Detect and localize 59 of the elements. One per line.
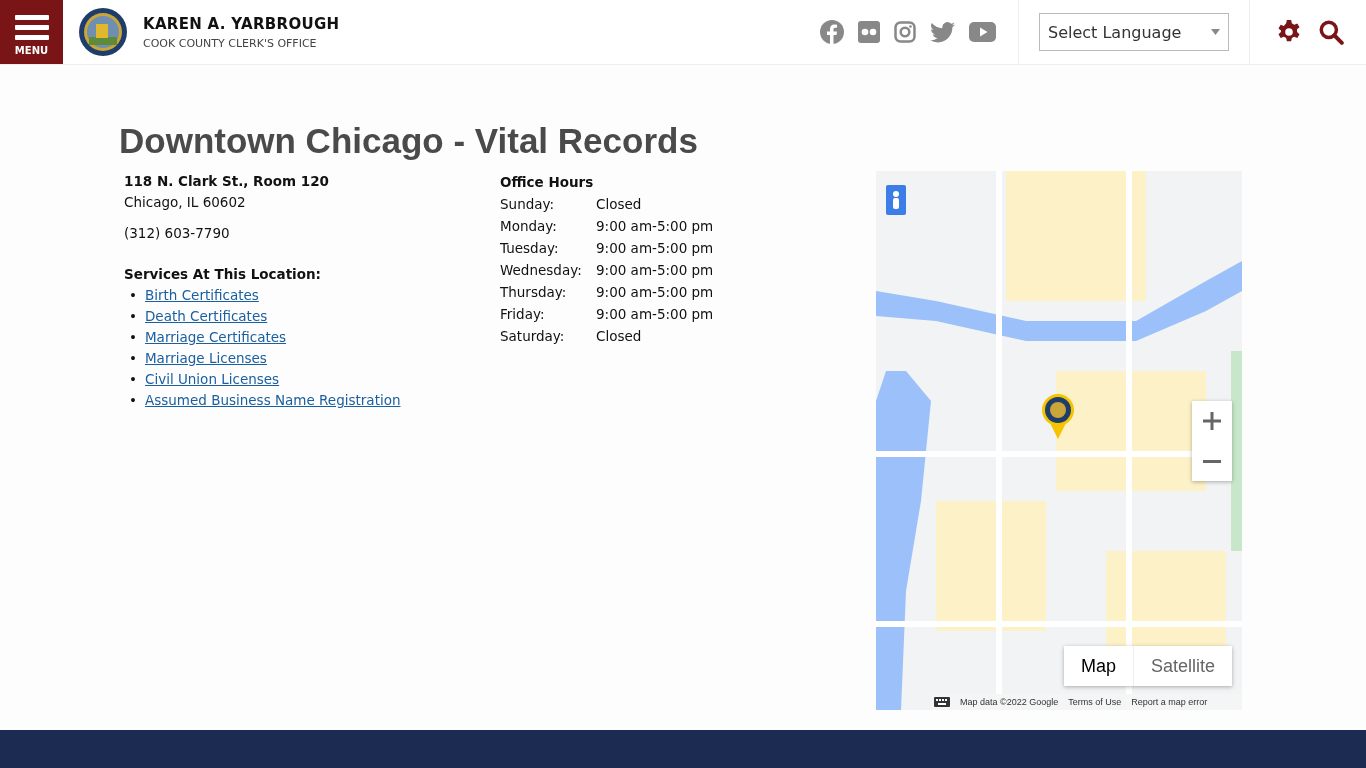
search-icon[interactable] bbox=[1318, 19, 1344, 45]
flickr-icon[interactable] bbox=[858, 21, 880, 43]
keyboard-icon[interactable] bbox=[934, 697, 950, 707]
video-play-icon[interactable] bbox=[969, 22, 996, 42]
location-pin-icon[interactable] bbox=[1041, 393, 1075, 439]
hours-value: Closed bbox=[596, 195, 643, 214]
bullet-mark: • bbox=[129, 286, 137, 305]
bullet-mark: • bbox=[129, 307, 137, 326]
hours-value: 9:00 am-5:00 pm bbox=[596, 305, 715, 324]
weekday-label: Saturday: bbox=[500, 327, 566, 346]
seal-logo[interactable] bbox=[78, 7, 128, 57]
weekday-label: Thursday: bbox=[500, 283, 568, 302]
language-select[interactable]: Select Language bbox=[1039, 13, 1229, 51]
office-holder-name[interactable]: KAREN A. YARBROUGH bbox=[143, 14, 340, 33]
bullet-mark: • bbox=[129, 370, 137, 389]
zoom-in-button[interactable] bbox=[1192, 401, 1232, 441]
hours-value: 9:00 am-5:00 pm bbox=[596, 283, 715, 302]
street-address: 118 N. Clark St., Room 120 bbox=[124, 172, 330, 191]
city-state-zip: Chicago, IL 60602 bbox=[124, 193, 247, 212]
service-link[interactable]: Birth Certificates bbox=[144, 285, 259, 306]
instagram-icon[interactable] bbox=[894, 21, 916, 43]
bird-icon[interactable] bbox=[930, 21, 955, 43]
minus-icon bbox=[1203, 459, 1221, 463]
office-subtitle[interactable]: COOK COUNTY CLERK'S OFFICE bbox=[143, 36, 340, 50]
weekday-label: Wednesday: bbox=[500, 261, 583, 280]
hours-value: 9:00 am-5:00 pm bbox=[596, 239, 715, 258]
menu-icon bbox=[14, 14, 49, 41]
service-link[interactable]: Assumed Business Name Registration bbox=[144, 390, 401, 411]
hours-value: 9:00 am-5:00 pm bbox=[596, 217, 715, 236]
service-link[interactable]: Marriage Licenses bbox=[144, 348, 267, 369]
dropdown-caret-icon bbox=[1211, 29, 1220, 35]
services-heading: Services At This Location: bbox=[124, 265, 322, 284]
street-view-button[interactable] bbox=[886, 185, 906, 215]
service-link[interactable]: Death Certificates bbox=[144, 306, 268, 327]
phone-number: (312) 603-7790 bbox=[124, 224, 231, 243]
plus-icon bbox=[1203, 412, 1221, 430]
weekday-label: Sunday: bbox=[500, 195, 556, 214]
map-footer-link[interactable]: Terms of Use bbox=[1068, 697, 1122, 707]
page-title: Downtown Chicago - Vital Records bbox=[119, 121, 699, 161]
service-link[interactable]: Civil Union Licenses bbox=[144, 369, 280, 390]
map-footer-link[interactable]: Report a map error bbox=[1131, 697, 1208, 707]
weekday-label: Monday: bbox=[500, 217, 558, 236]
service-link[interactable]: Marriage Certificates bbox=[144, 327, 287, 348]
hours-heading: Office Hours bbox=[500, 173, 595, 192]
hours-value: Closed bbox=[596, 327, 643, 346]
weekday-label: Friday: bbox=[500, 305, 546, 324]
hours-value: 9:00 am-5:00 pm bbox=[596, 261, 715, 280]
menu-button[interactable]: MENU bbox=[0, 0, 63, 64]
map-panel[interactable]: Map Satellite Map data ©2022 Google Terms of Use Report a map error bbox=[876, 171, 1242, 710]
weekday-label: Tuesday: bbox=[500, 239, 560, 258]
bullet-mark: • bbox=[129, 391, 137, 410]
person-icon bbox=[891, 191, 901, 209]
zoom-out-button[interactable] bbox=[1192, 441, 1232, 481]
map-type-tab[interactable]: Map bbox=[1063, 646, 1134, 686]
facebook-icon[interactable] bbox=[820, 20, 844, 44]
bullet-mark: • bbox=[129, 349, 137, 368]
map-data-credit: Map data ©2022 Google bbox=[960, 697, 1059, 707]
bullet-mark: • bbox=[129, 328, 137, 347]
map-type-tab[interactable]: Satellite bbox=[1133, 646, 1232, 686]
